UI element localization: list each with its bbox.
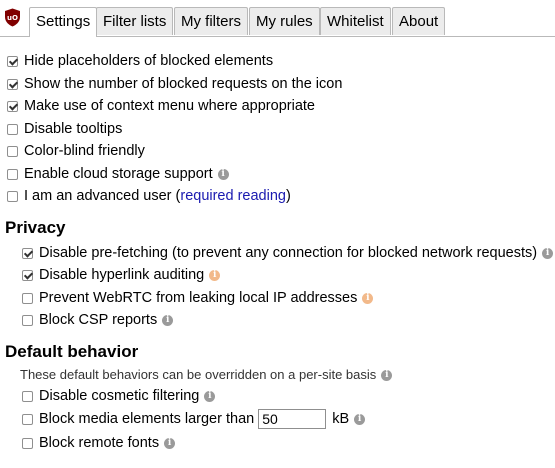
option-label: Disable cosmetic filtering [39, 388, 200, 404]
checkbox[interactable] [7, 78, 18, 90]
option-block-remote-fonts[interactable]: Block remote fonts i [22, 433, 176, 453]
info-icon[interactable]: i [164, 437, 176, 449]
info-icon[interactable]: i [204, 390, 216, 402]
link-paren-close: ) [285, 188, 291, 204]
tab-filter-lists[interactable]: Filter lists [96, 7, 174, 35]
ublock-logo-icon: uO [5, 8, 20, 27]
unit-label: kB [332, 411, 350, 427]
option-label: Hide placeholders of blocked elements [24, 53, 274, 69]
option-label: Show the number of blocked requests on t… [24, 76, 343, 92]
default-behavior-heading: Default behavior [5, 342, 139, 361]
checkbox[interactable] [22, 269, 33, 281]
option-disable-prefetching[interactable]: Disable pre-fetching (to prevent any con… [22, 243, 554, 263]
info-icon[interactable]: i [354, 413, 366, 425]
checkbox[interactable] [7, 123, 18, 135]
info-icon[interactable]: i [209, 269, 221, 281]
option-block-media-elements[interactable]: Block media elements larger than kB i [22, 409, 366, 429]
checkbox[interactable] [22, 390, 33, 402]
tab-bar: uO Settings Filter lists My filters My r… [0, 0, 555, 37]
option-label: Block media elements larger than [39, 411, 255, 427]
checkbox[interactable] [22, 413, 33, 425]
checkbox[interactable] [7, 55, 18, 67]
option-color-blind[interactable]: Color-blind friendly [7, 141, 145, 161]
media-size-input[interactable] [258, 409, 327, 429]
checkbox[interactable] [7, 100, 18, 112]
option-prevent-webrtc[interactable]: Prevent WebRTC from leaking local IP add… [22, 288, 374, 308]
info-icon[interactable]: i [381, 369, 393, 381]
checkbox[interactable] [22, 247, 33, 259]
option-hide-placeholders[interactable]: Hide placeholders of blocked elements [7, 51, 273, 71]
info-icon[interactable]: i [217, 168, 229, 180]
tab-settings[interactable]: Settings [29, 7, 98, 37]
option-label: I am an advanced user [24, 188, 172, 204]
option-label: Block remote fonts [39, 435, 160, 451]
checkbox[interactable] [22, 437, 33, 449]
default-behavior-note: These default behaviors can be overridde… [20, 366, 393, 384]
option-disable-tooltips[interactable]: Disable tooltips [7, 119, 122, 139]
note-text: These default behaviors can be overridde… [20, 367, 377, 382]
option-label: Make use of context menu where appropria… [24, 98, 315, 114]
option-disable-cosmetic-filtering[interactable]: Disable cosmetic filtering i [22, 386, 216, 406]
option-show-blocked-count[interactable]: Show the number of blocked requests on t… [7, 74, 342, 94]
tab-about[interactable]: About [392, 7, 446, 35]
svg-text:uO: uO [7, 14, 18, 22]
option-label: Enable cloud storage support [24, 166, 213, 182]
option-label: Disable pre-fetching (to prevent any con… [39, 245, 538, 261]
option-cloud-storage[interactable]: Enable cloud storage support i [7, 164, 229, 184]
tab-my-rules[interactable]: My rules [249, 7, 320, 35]
required-reading-link[interactable]: required reading [180, 186, 286, 206]
option-advanced-user[interactable]: I am an advanced user (required reading) [7, 186, 291, 206]
checkbox[interactable] [7, 168, 18, 180]
checkbox[interactable] [22, 314, 33, 326]
info-icon[interactable]: i [542, 247, 554, 259]
checkbox[interactable] [7, 145, 18, 157]
option-label: Disable hyperlink auditing [39, 267, 205, 283]
option-label: Prevent WebRTC from leaking local IP add… [39, 290, 358, 306]
option-label: Color-blind friendly [24, 143, 145, 159]
tab-my-filters[interactable]: My filters [174, 7, 248, 35]
option-label: Block CSP reports [39, 312, 158, 328]
option-context-menu[interactable]: Make use of context menu where appropria… [7, 96, 315, 116]
checkbox[interactable] [22, 292, 33, 304]
tab-whitelist[interactable]: Whitelist [320, 7, 391, 35]
checkbox[interactable] [7, 190, 18, 202]
option-block-csp-reports[interactable]: Block CSP reports i [22, 310, 174, 330]
info-icon[interactable]: i [162, 314, 174, 326]
option-disable-hyperlink-auditing[interactable]: Disable hyperlink auditing i [22, 265, 221, 285]
info-icon[interactable]: i [362, 292, 374, 304]
privacy-heading: Privacy [5, 218, 66, 237]
option-label: Disable tooltips [24, 121, 123, 137]
